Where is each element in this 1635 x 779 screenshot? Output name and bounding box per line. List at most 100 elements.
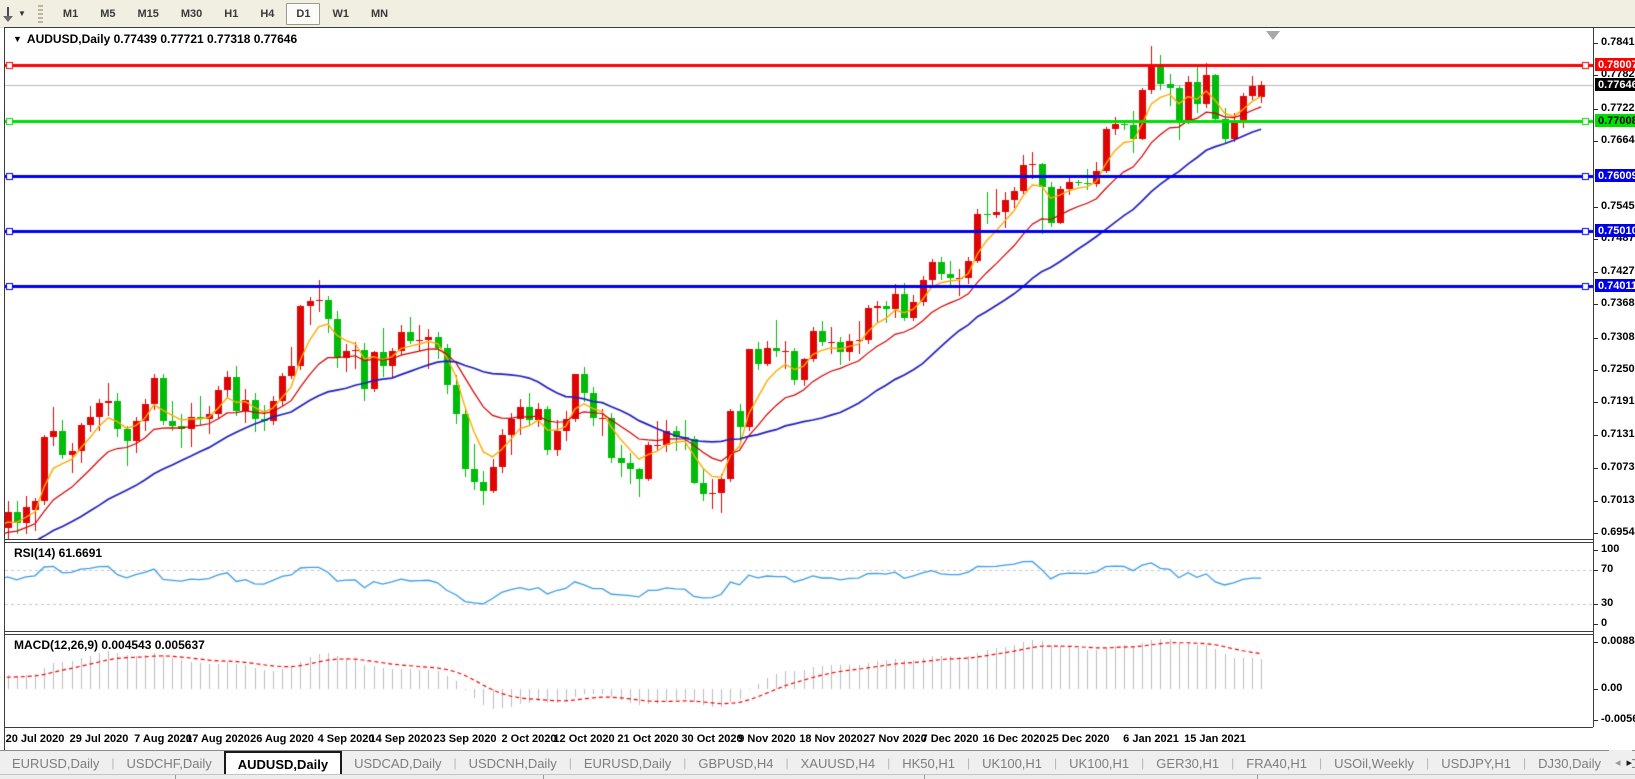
chart-tab-xauusd-h4[interactable]: XAUUSD,H4 [789, 751, 887, 775]
timeframe-button-h4[interactable]: H4 [250, 3, 284, 25]
toolbar-grip-handle[interactable] [38, 5, 43, 23]
timeframe-button-w1[interactable]: W1 [322, 3, 359, 25]
price-chart-canvas[interactable] [5, 28, 1593, 539]
price-axis-tick [1594, 109, 1598, 110]
macd-axis-tick [1594, 720, 1598, 721]
timeframe-button-m5[interactable]: M5 [90, 3, 125, 25]
macd-axis-label: 0.00 [1601, 682, 1622, 694]
chart-tab-ger30-h1[interactable]: GER30,H1 [1144, 751, 1231, 775]
timeframe-button-m30[interactable]: M30 [171, 3, 212, 25]
chart-tab-usdchf-daily[interactable]: USDCHF,Daily [115, 751, 224, 775]
chart-tab-usdjpy-h1[interactable]: USDJPY,H1 [1429, 751, 1523, 775]
date-label: 7 Aug 2020 [134, 733, 192, 745]
timeframe-button-d1[interactable]: D1 [286, 3, 320, 25]
price-level-badge: 0.77008 [1595, 114, 1635, 127]
price-axis[interactable]: 0.784100.778250.772250.766400.754550.748… [1593, 28, 1635, 727]
macd-axis-tick [1594, 642, 1598, 643]
rsi-axis-tick [1594, 570, 1598, 571]
price-level-badge: 0.77646 [1595, 78, 1635, 91]
price-axis-label: 0.73085 [1601, 331, 1635, 343]
tab-scroll-arrows: ◂ ▸ [1609, 750, 1632, 774]
chart-tab-eurusd-daily[interactable]: EURUSD,Daily [572, 751, 683, 775]
status-strip [0, 774, 1635, 779]
chart-window: ▼ AUDUSD,Daily 0.77439 0.77721 0.77318 0.… [4, 27, 1635, 751]
time-axis[interactable]: 20 Jul 2020 29 Jul 2020 7 Aug 202017 Aug 2… [5, 728, 1593, 751]
date-label: 23 Sep 2020 [434, 733, 497, 745]
date-label: 27 Nov 2020 [863, 733, 927, 745]
status-strip-separator [175, 775, 176, 779]
price-axis-label: 0.71315 [1601, 428, 1635, 440]
price-axis-tick [1594, 75, 1598, 76]
cursor-tool-icon[interactable] [0, 5, 16, 23]
price-axis-tick [1594, 207, 1598, 208]
price-axis-label: 0.70130 [1601, 494, 1635, 506]
date-label: 16 Dec 2020 [983, 733, 1046, 745]
chart-tab-fra40-h1[interactable]: FRA40,H1 [1234, 751, 1319, 775]
timeframe-toolbar: ▼ M1M5M15M30H1H4D1W1MN [0, 0, 1635, 28]
timeframe-button-m15[interactable]: M15 [127, 3, 168, 25]
price-axis-label: 0.78410 [1601, 36, 1635, 48]
date-label: 12 Oct 2020 [553, 733, 614, 745]
tab-scroll-left-icon[interactable]: ◂ [1615, 756, 1621, 769]
chart-tab-gbpusd-h4[interactable]: GBPUSD,H4 [686, 751, 785, 775]
date-label: 17 Aug 2020 [186, 733, 250, 745]
price-axis-tick [1594, 304, 1598, 305]
price-axis-label: 0.76640 [1601, 134, 1635, 146]
date-label: 20 Jul 2020 [6, 733, 65, 745]
price-axis-label: 0.70730 [1601, 461, 1635, 473]
chart-tab-usdcnh-daily[interactable]: USDCNH,Daily [457, 751, 569, 775]
chart-collapse-icon[interactable]: ▼ [13, 34, 22, 44]
chart-tab-eurusd-daily[interactable]: EURUSD,Daily [0, 751, 111, 775]
trading-terminal: ▼ M1M5M15M30H1H4D1W1MN ▼ AUDUSD,Daily 0.7… [0, 0, 1635, 779]
rsi-axis-label: 100 [1601, 543, 1619, 555]
date-label: 6 Jan 2021 [1123, 733, 1179, 745]
chart-title-text: AUDUSD,Daily 0.77439 0.77721 0.77318 0.7… [27, 32, 297, 46]
chart-shift-marker-icon[interactable] [1266, 31, 1280, 40]
price-axis-label: 0.74270 [1601, 265, 1635, 277]
date-label: 15 Jan 2021 [1184, 733, 1246, 745]
chart-tab-audusd-daily[interactable]: AUDUSD,Daily [224, 751, 342, 775]
rsi-axis-tick [1594, 550, 1598, 551]
price-axis-label: 0.77225 [1601, 102, 1635, 114]
timeframe-button-mn[interactable]: MN [361, 3, 398, 25]
date-label: 26 Aug 2020 [250, 733, 314, 745]
date-label: 7 Dec 2020 [922, 733, 979, 745]
price-axis-tick [1594, 435, 1598, 436]
date-label: 21 Oct 2020 [617, 733, 678, 745]
chart-tab-uk100-h1[interactable]: UK100,H1 [1057, 751, 1141, 775]
date-label: 30 Oct 2020 [681, 733, 742, 745]
price-axis-label: 0.72500 [1601, 363, 1635, 375]
timeframe-button-m1[interactable]: M1 [53, 3, 88, 25]
price-axis-tick [1594, 370, 1598, 371]
price-axis-tick [1594, 402, 1598, 403]
date-label: 25 Dec 2020 [1047, 733, 1110, 745]
chart-tab-usdcad-daily[interactable]: USDCAD,Daily [342, 751, 453, 775]
date-label: 14 Sep 2020 [370, 733, 433, 745]
rsi-indicator-label: RSI(14) 61.6691 [14, 546, 102, 560]
macd-indicator-label: MACD(12,26,9) 0.004543 0.005637 [14, 638, 205, 652]
rsi-pane-canvas[interactable] [5, 543, 1593, 631]
tab-scroll-right-icon[interactable]: ▸ [1626, 756, 1632, 769]
rsi-axis-label: 0 [1601, 617, 1607, 629]
price-axis-tick [1594, 533, 1598, 534]
date-label: 9 Nov 2020 [738, 733, 795, 745]
macd-pane-canvas[interactable] [5, 635, 1593, 727]
macd-axis-label: 0.00884 [1601, 635, 1635, 647]
price-axis-tick [1594, 141, 1598, 142]
timeframe-button-h1[interactable]: H1 [214, 3, 248, 25]
timeframe-buttons: M1M5M15M30H1H4D1W1MN [52, 3, 399, 25]
chart-tab-uk100-h1[interactable]: UK100,H1 [970, 751, 1054, 775]
date-label: 29 Jul 2020 [70, 733, 129, 745]
chart-tab-usoil-weekly[interactable]: USOil,Weekly [1322, 751, 1426, 775]
price-axis-tick [1594, 468, 1598, 469]
rsi-axis-label: 70 [1601, 563, 1613, 575]
price-level-badge: 0.75010 [1595, 224, 1635, 237]
chart-tab-dj30-daily[interactable]: DJ30,Daily [1526, 751, 1613, 775]
price-axis-label: 0.73685 [1601, 297, 1635, 309]
tool-dropdown-icon[interactable]: ▼ [18, 9, 26, 18]
chart-tab-hk50-h1[interactable]: HK50,H1 [890, 751, 967, 775]
price-axis-tick [1594, 272, 1598, 273]
price-level-badge: 0.78007 [1595, 58, 1635, 71]
price-level-badge: 0.76009 [1595, 169, 1635, 182]
chart-tab-bar: EURUSD,Daily|USDCHF,DailyAUDUSD,DailyUSD… [0, 750, 1635, 775]
